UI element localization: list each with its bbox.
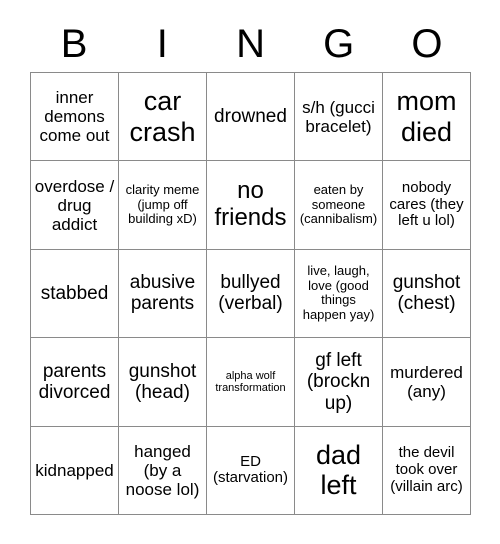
bingo-cell[interactable]: no friends	[207, 161, 295, 250]
bingo-cell[interactable]: live, laugh, love (good things happen ya…	[295, 249, 383, 339]
bingo-header-letter-g: G	[323, 22, 355, 66]
bingo-cell-label: live, laugh, love (good things happen ya…	[302, 263, 375, 323]
bingo-cell-label: bullyed (verbal)	[218, 272, 283, 315]
bingo-cell[interactable]: bullyed (verbal)	[207, 249, 295, 339]
bingo-cell-label: s/h (gucci bracelet)	[302, 97, 375, 136]
bingo-header-letter-o: O	[411, 22, 443, 66]
bingo-header-letter-b: B	[60, 22, 88, 66]
bingo-cell[interactable]: parents divorced	[31, 338, 119, 427]
bingo-cell-label: gunshot (chest)	[392, 272, 461, 315]
bingo-cell-label: eaten by someone (cannibalism)	[299, 182, 378, 227]
bingo-cell-label: nobody cares (they left u lol)	[389, 178, 464, 230]
bingo-cell[interactable]: ED (starvation)	[207, 426, 295, 515]
bingo-cell-label: the devil took over (villain arc)	[390, 444, 463, 495]
bingo-header: B I N G O	[30, 18, 471, 70]
bingo-cell-label: drowned	[214, 106, 287, 128]
bingo-cell-label: stabbed	[40, 282, 109, 304]
bingo-cell[interactable]: overdose / drug addict	[31, 161, 119, 250]
bingo-cell-label: car crash	[129, 86, 196, 147]
bingo-cell[interactable]: stabbed	[31, 249, 119, 339]
bingo-cell-label: ED (starvation)	[212, 452, 289, 487]
bingo-cell[interactable]: gf left (brockn up)	[295, 338, 383, 427]
bingo-cell[interactable]: eaten by someone (cannibalism)	[295, 161, 383, 250]
bingo-cell[interactable]: s/h (gucci bracelet)	[295, 73, 383, 162]
bingo-cell-label: gf left (brockn up)	[306, 349, 371, 414]
bingo-cell-label: parents divorced	[38, 360, 111, 403]
bingo-cell[interactable]: inner demons come out	[31, 73, 119, 162]
bingo-cell[interactable]: alpha wolf transformation	[207, 338, 295, 427]
bingo-cell-label: murdered (any)	[390, 362, 463, 401]
bingo-cell-label: kidnapped	[35, 460, 114, 480]
bingo-cell-label: no friends	[214, 177, 287, 232]
bingo-cell-label: inner demons come out	[39, 88, 110, 146]
bingo-cell-label: dad left	[315, 440, 362, 501]
bingo-cell[interactable]: abusive parents	[119, 249, 207, 339]
bingo-cell[interactable]: murdered (any)	[383, 338, 471, 427]
bingo-cell[interactable]: car crash	[119, 73, 207, 162]
bingo-cell-label: overdose / drug addict	[34, 176, 115, 234]
bingo-grid: inner demons come out car crash drowned …	[30, 72, 471, 515]
bingo-cell[interactable]: nobody cares (they left u lol)	[383, 161, 471, 250]
bingo-cell-label: clarity meme (jump off building xD)	[125, 182, 200, 227]
bingo-cell[interactable]: dad left	[295, 426, 383, 515]
bingo-cell[interactable]: mom died	[383, 73, 471, 162]
bingo-cell[interactable]: clarity meme (jump off building xD)	[119, 161, 207, 250]
bingo-cell-label: abusive parents	[129, 272, 196, 315]
bingo-card: B I N G O inner demons come out car cras…	[0, 0, 500, 544]
bingo-header-letter-i: I	[156, 22, 168, 66]
bingo-cell-label: alpha wolf transformation	[215, 369, 286, 394]
bingo-cell-label: gunshot (head)	[128, 360, 197, 403]
bingo-cell[interactable]: gunshot (chest)	[383, 249, 471, 339]
bingo-cell[interactable]: gunshot (head)	[119, 338, 207, 427]
bingo-header-letter-n: N	[236, 22, 265, 66]
bingo-cell[interactable]: kidnapped	[31, 426, 119, 515]
bingo-cell-label: hanged (by a noose lol)	[125, 441, 200, 499]
bingo-cell-label: mom died	[396, 86, 457, 147]
bingo-cell[interactable]: the devil took over (villain arc)	[383, 426, 471, 515]
bingo-cell[interactable]: hanged (by a noose lol)	[119, 426, 207, 515]
bingo-cell[interactable]: drowned	[207, 73, 295, 162]
